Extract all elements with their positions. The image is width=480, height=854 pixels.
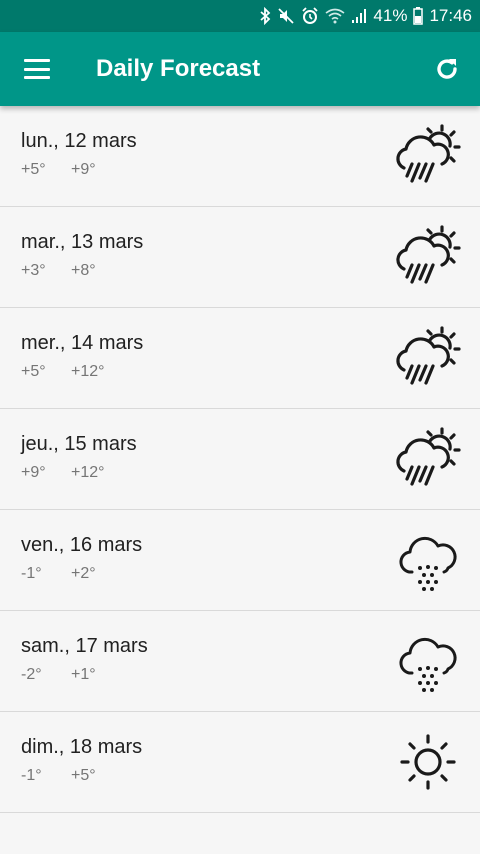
forecast-date: jeu., 15 mars xyxy=(21,433,137,455)
list-item[interactable]: mer., 14 mars +5° +12° xyxy=(0,308,480,409)
clock: 17:46 xyxy=(429,6,472,25)
forecast-date: lun., 12 mars xyxy=(21,130,137,152)
list-item[interactable]: dim., 18 mars -1° +5° xyxy=(0,712,480,813)
temp-min: +5° xyxy=(21,161,46,178)
battery-percent: 41% xyxy=(373,6,408,25)
forecast-date: mer., 14 mars xyxy=(21,332,144,354)
temp-max: +1° xyxy=(71,666,96,683)
signal-icon xyxy=(351,8,367,24)
temp-max: +12° xyxy=(71,363,105,380)
temp-min: +5° xyxy=(21,363,46,380)
refresh-icon[interactable] xyxy=(432,54,462,84)
temp-min: -2° xyxy=(21,666,42,683)
bluetooth-icon xyxy=(259,7,271,25)
list-item[interactable]: jeu., 15 mars +9° +12° xyxy=(0,409,480,510)
list-item[interactable]: lun., 12 mars +5° +9° xyxy=(0,106,480,207)
list-item[interactable]: sam., 17 mars -2° +1° xyxy=(0,611,480,712)
app-toolbar: Daily Forecast xyxy=(0,32,480,106)
temp-max: +9° xyxy=(71,161,96,178)
status-bar: 41% 17:46 xyxy=(0,0,480,32)
forecast-temps: -1° +2° xyxy=(21,565,96,583)
forecast-temps: +5° +12° xyxy=(21,363,105,381)
temp-max: +8° xyxy=(71,262,96,279)
forecast-temps: +9° +12° xyxy=(21,464,105,482)
forecast-temps: +3° +8° xyxy=(21,262,96,280)
snow-cloud-icon xyxy=(390,625,466,697)
temp-max: +5° xyxy=(71,767,96,784)
rain-sun-cloud-icon xyxy=(390,322,466,394)
forecast-temps: -2° +1° xyxy=(21,666,96,684)
temp-min: +9° xyxy=(21,464,46,481)
hamburger-menu-icon[interactable] xyxy=(24,59,50,79)
forecast-date: ven., 16 mars xyxy=(21,534,143,556)
rain-sun-cloud-icon xyxy=(390,120,466,192)
temp-max: +12° xyxy=(71,464,105,481)
temp-min: -1° xyxy=(21,565,42,582)
forecast-temps: +5° +9° xyxy=(21,161,96,179)
battery-icon xyxy=(413,7,424,25)
sun-icon xyxy=(390,726,466,798)
page-title: Daily Forecast xyxy=(96,55,261,82)
forecast-temps: -1° +5° xyxy=(21,767,96,785)
forecast-date: sam., 17 mars xyxy=(21,635,148,657)
temp-min: -1° xyxy=(21,767,42,784)
rain-sun-cloud-icon xyxy=(390,423,466,495)
wifi-icon xyxy=(325,8,345,24)
snow-cloud-icon xyxy=(390,524,466,596)
forecast-list: lun., 12 mars +5° +9° mar., 13 mars +3° … xyxy=(0,106,480,813)
forecast-date: dim., 18 mars xyxy=(21,736,143,758)
list-item[interactable]: ven., 16 mars -1° +2° xyxy=(0,510,480,611)
alarm-icon xyxy=(301,7,319,25)
forecast-date: mar., 13 mars xyxy=(21,231,144,253)
mute-icon xyxy=(277,7,295,25)
list-item[interactable]: mar., 13 mars +3° +8° xyxy=(0,207,480,308)
temp-max: +2° xyxy=(71,565,96,582)
rain-sun-cloud-icon xyxy=(390,221,466,293)
temp-min: +3° xyxy=(21,262,46,279)
